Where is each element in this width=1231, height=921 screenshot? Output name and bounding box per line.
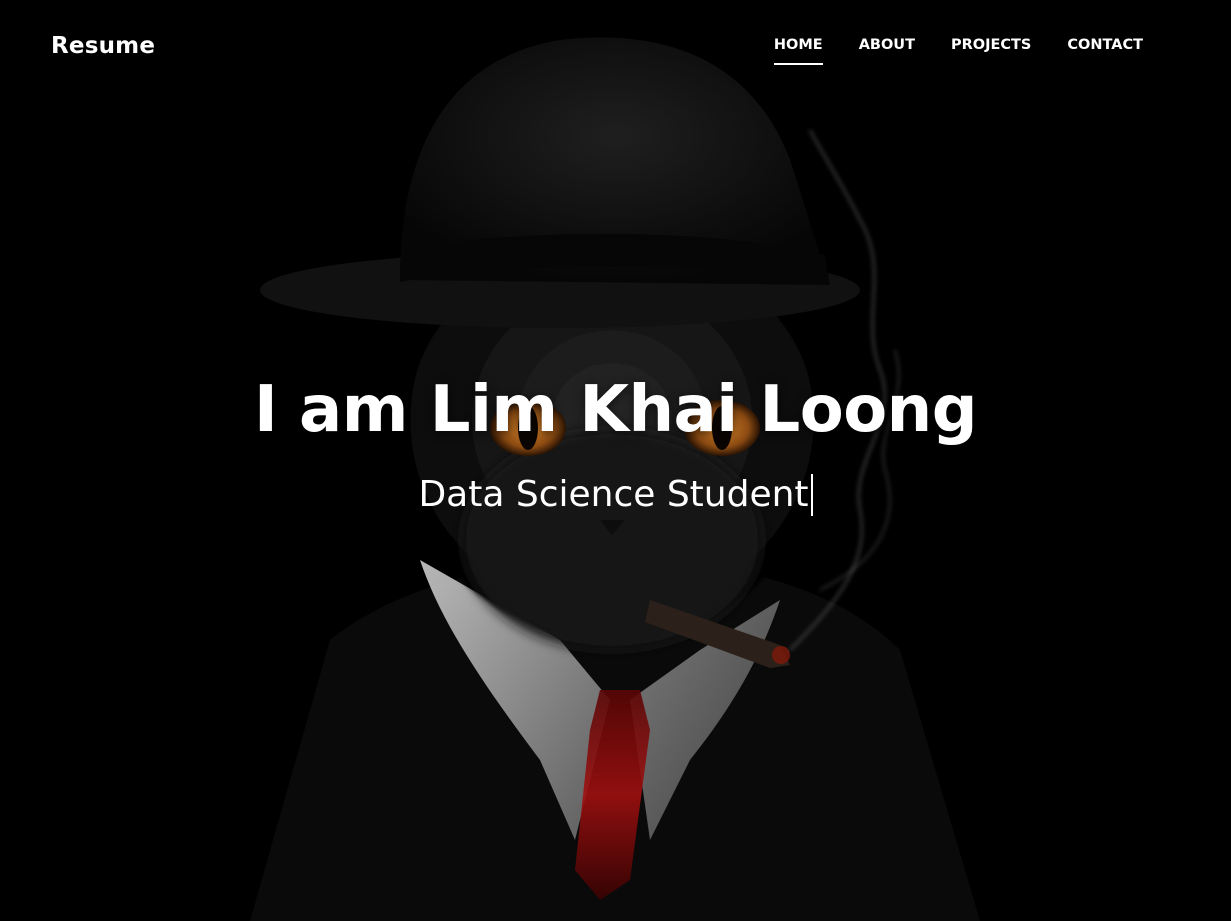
page: Resume HOME ABOUT PROJECTS CONTACT I am … <box>0 0 1231 921</box>
hero-title: I am Lim Khai Loong <box>253 373 978 447</box>
brand-logo-link[interactable]: Resume <box>51 33 155 59</box>
nav-item-about[interactable]: ABOUT <box>859 37 915 63</box>
hero-subtitle-wrapper: Data Science Student <box>418 473 813 516</box>
nav-item-contact[interactable]: CONTACT <box>1067 37 1143 63</box>
hero-text-block: I am Lim Khai Loong Data Science Student <box>0 375 1231 517</box>
typing-caret <box>810 473 813 516</box>
nav-item-projects[interactable]: PROJECTS <box>951 37 1031 63</box>
main-nav: HOME ABOUT PROJECTS CONTACT <box>773 37 1143 65</box>
hero-subtitle: Data Science Student <box>418 474 809 516</box>
nav-item-home[interactable]: HOME <box>773 37 823 65</box>
top-navbar: Resume HOME ABOUT PROJECTS CONTACT <box>0 0 1231 95</box>
